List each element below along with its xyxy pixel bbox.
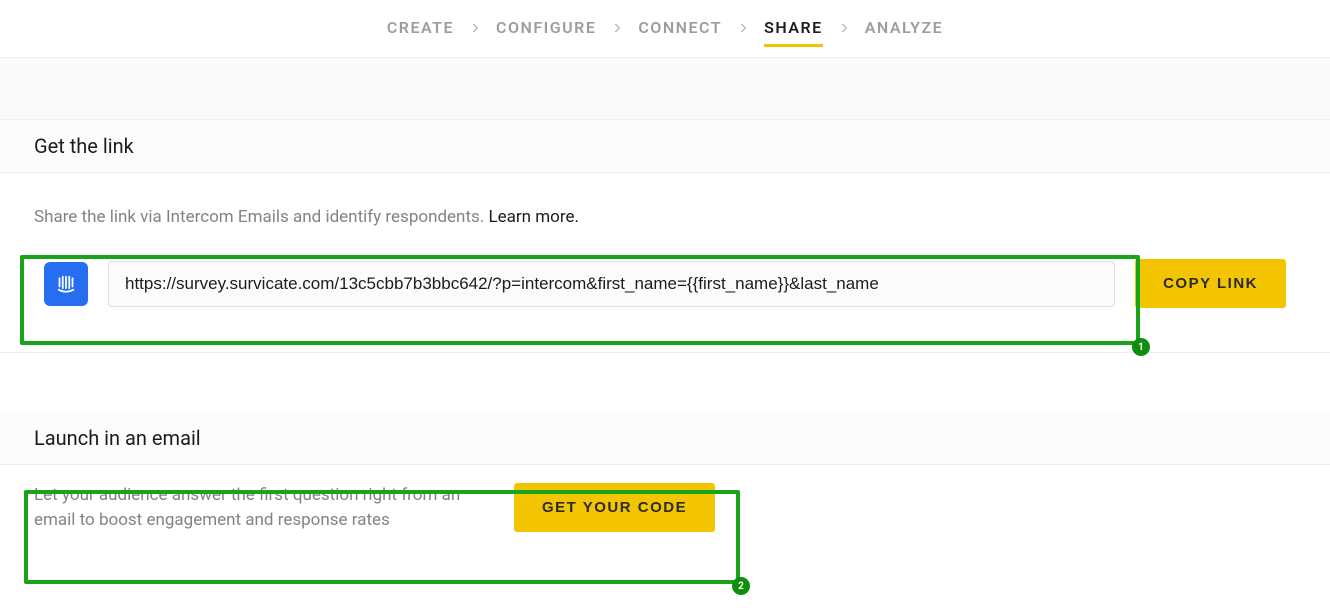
section-body-launch-email: Let your audience answer the first quest… <box>0 465 1330 562</box>
tab-configure[interactable]: CONFIGURE <box>496 18 596 37</box>
copy-link-button[interactable]: COPY LINK <box>1135 259 1286 308</box>
section-body-get-link: Share the link via Intercom Emails and i… <box>0 173 1330 352</box>
share-link-input[interactable] <box>108 261 1115 307</box>
learn-more-link[interactable]: Learn more. <box>488 207 579 227</box>
tab-share[interactable]: SHARE <box>764 18 823 37</box>
section-header-get-link: Get the link <box>0 120 1330 173</box>
launch-description: Let your audience answer the first quest… <box>34 483 474 532</box>
annotation-badge-1: 1 <box>1132 338 1150 356</box>
breadcrumb: CREATE CONFIGURE CONNECT SHARE ANALYZE <box>0 0 1330 58</box>
get-code-button[interactable]: GET YOUR CODE <box>514 483 715 532</box>
chevron-right-icon <box>837 21 851 35</box>
divider <box>0 352 1330 412</box>
help-prefix: Share the link via Intercom Emails and i… <box>34 207 488 227</box>
spacer-band <box>0 58 1330 120</box>
link-row: COPY LINK <box>34 249 1296 318</box>
chevron-right-icon <box>610 21 624 35</box>
help-text: Share the link via Intercom Emails and i… <box>34 207 1296 227</box>
chevron-right-icon <box>736 21 750 35</box>
intercom-icon <box>44 262 88 306</box>
tab-create[interactable]: CREATE <box>387 18 454 37</box>
chevron-right-icon <box>468 21 482 35</box>
annotation-badge-2: 2 <box>732 577 750 595</box>
tab-analyze[interactable]: ANALYZE <box>865 18 943 37</box>
section-header-launch-email: Launch in an email <box>0 412 1330 465</box>
tab-connect[interactable]: CONNECT <box>638 18 722 37</box>
